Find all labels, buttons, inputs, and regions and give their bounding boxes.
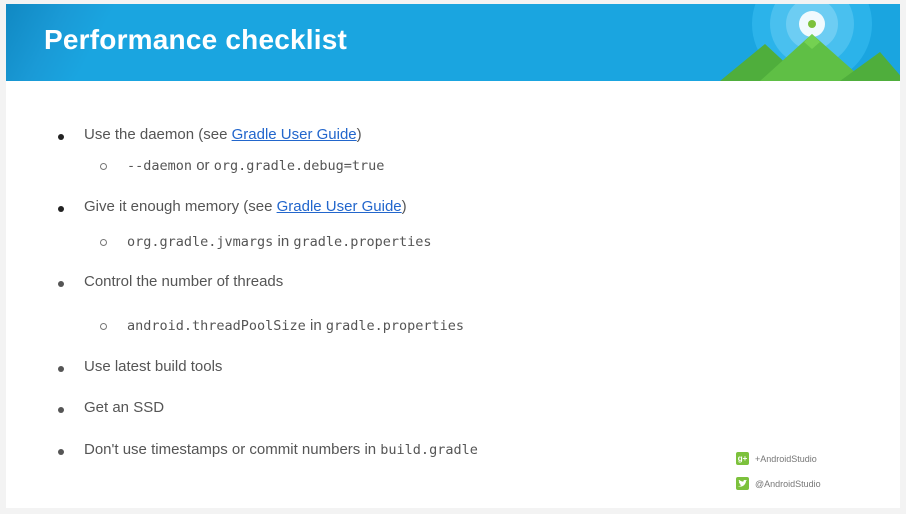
item-text: Give it enough memory (see	[84, 198, 277, 215]
code-text: org.gradle.debug=true	[213, 158, 385, 174]
code-text: gradle.properties	[325, 318, 464, 334]
bullet-icon	[58, 449, 64, 455]
slide-title: Performance checklist	[44, 24, 348, 55]
item-text: in	[305, 317, 326, 334]
bullet-icon	[58, 134, 64, 140]
twitter-icon	[736, 477, 749, 490]
item-text: Control the number of threads	[84, 273, 284, 290]
bullet-icon	[58, 407, 64, 413]
code-text: gradle.properties	[293, 234, 432, 250]
item-text: Don't use timestamps or commit numbers i…	[84, 441, 381, 458]
sub-bullet-icon	[100, 163, 107, 170]
code-text: android.threadPoolSize	[127, 318, 306, 334]
sub-list-item: --daemon or org.gradle.debug=true	[127, 157, 384, 174]
item-text: in	[273, 233, 294, 250]
slide: Performance checklist Use the daemon (se…	[6, 4, 900, 508]
bullet-icon	[58, 206, 64, 212]
gplus-icon: g+	[736, 452, 749, 465]
slide-header: Performance checklist	[6, 4, 900, 81]
slide-content: Use the daemon (see Gradle User Guide) -…	[6, 81, 900, 508]
item-text: )	[356, 126, 362, 143]
list-item: Get an SSD	[84, 399, 164, 416]
gradle-user-guide-link[interactable]: Gradle User Guide	[277, 198, 402, 215]
code-text: org.gradle.jvmargs	[127, 234, 274, 250]
item-text: Get an SSD	[84, 399, 165, 416]
code-text: build.gradle	[380, 442, 478, 458]
gradle-user-guide-link[interactable]: Gradle User Guide	[232, 126, 357, 143]
item-text: or	[192, 157, 214, 174]
item-text: Use latest build tools	[84, 358, 223, 375]
list-item: Give it enough memory (see Gradle User G…	[84, 198, 407, 215]
list-item: Use latest build tools	[84, 358, 222, 375]
item-text: )	[401, 198, 407, 215]
gplus-handle: g+ +AndroidStudio	[736, 452, 817, 465]
sub-bullet-icon	[100, 239, 107, 246]
sub-list-item: org.gradle.jvmargs in gradle.properties	[127, 233, 432, 250]
twitter-handle: @AndroidStudio	[736, 477, 821, 490]
list-item: Control the number of threads	[84, 273, 283, 290]
list-item: Use the daemon (see Gradle User Guide)	[84, 126, 362, 143]
sub-list-item: android.threadPoolSize in gradle.propert…	[127, 317, 464, 334]
twitter-label: @AndroidStudio	[755, 478, 821, 489]
android-studio-landscape-icon	[720, 4, 900, 81]
sub-bullet-icon	[100, 323, 107, 330]
list-item: Don't use timestamps or commit numbers i…	[84, 441, 478, 458]
item-text: Use the daemon (see	[84, 126, 232, 143]
code-text: --daemon	[127, 158, 193, 174]
bullet-icon	[58, 366, 64, 372]
bullet-icon	[58, 281, 64, 287]
gplus-label: +AndroidStudio	[755, 453, 817, 464]
